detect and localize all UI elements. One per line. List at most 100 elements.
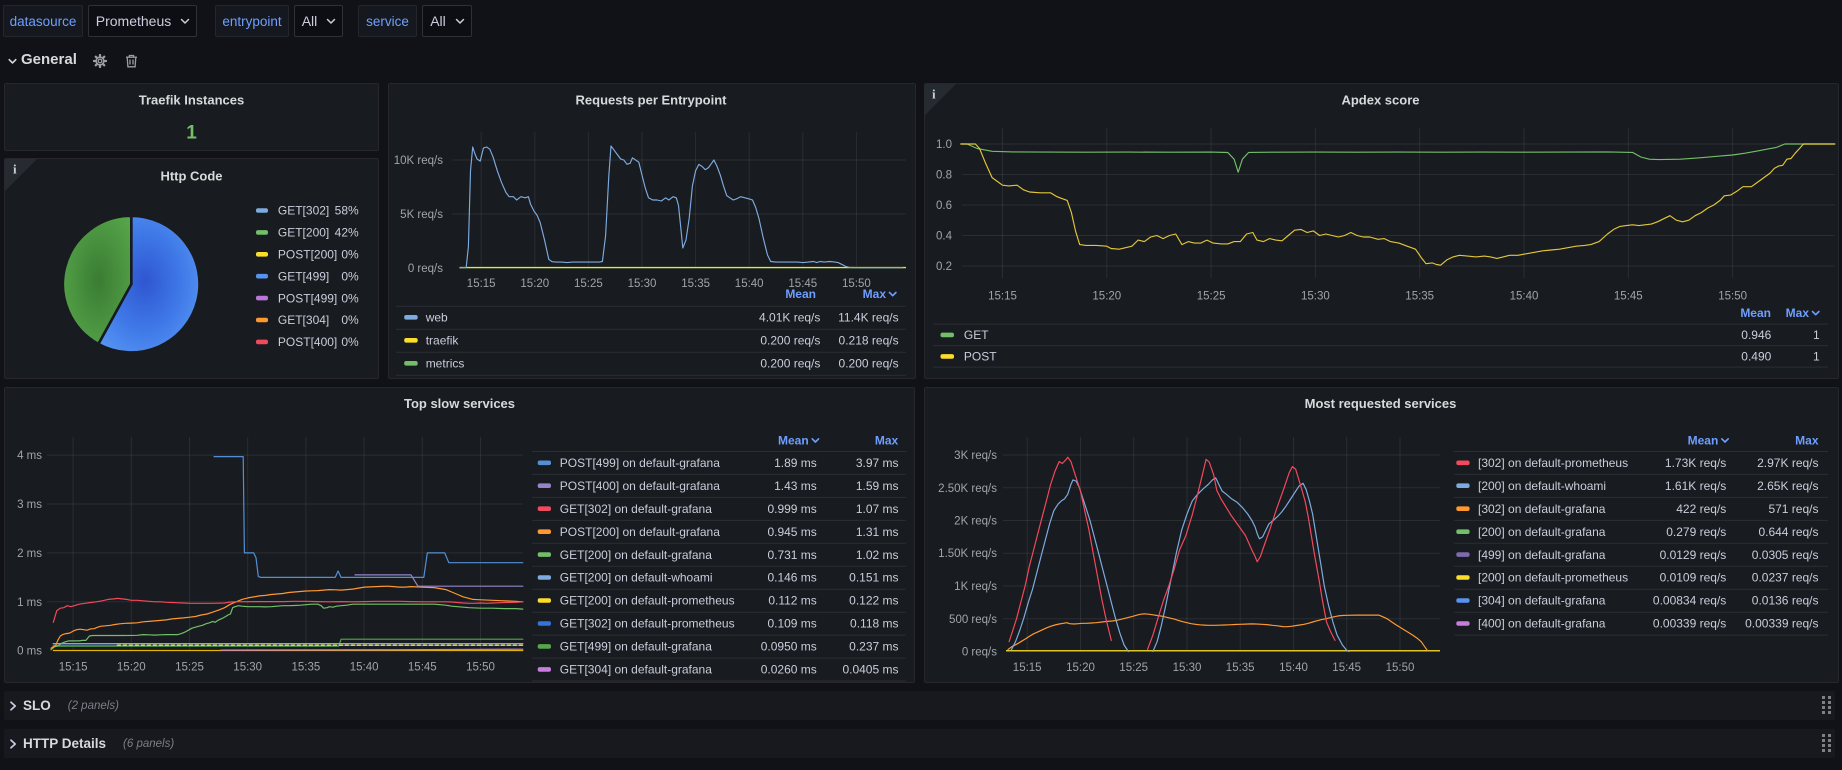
svg-text:571 req/s: 571 req/s: [1768, 502, 1818, 516]
svg-text:0.200 req/s: 0.200 req/s: [760, 357, 820, 371]
svg-text:GET[499]: GET[499]: [278, 269, 329, 283]
svg-text:POST[499] on default-grafana: POST[499] on default-grafana: [560, 456, 720, 470]
svg-text:15:35: 15:35: [681, 278, 710, 290]
svg-text:15:25: 15:25: [1197, 291, 1226, 303]
svg-text:Max: Max: [875, 434, 899, 448]
svg-text:1: 1: [1813, 328, 1820, 342]
svg-text:0.237 ms: 0.237 ms: [849, 640, 898, 654]
svg-text:metrics: metrics: [426, 357, 465, 371]
svg-text:15:30: 15:30: [1173, 662, 1202, 674]
svg-text:15:50: 15:50: [1718, 291, 1747, 303]
svg-text:0.0109 req/s: 0.0109 req/s: [1660, 571, 1727, 585]
svg-text:0.00339 req/s: 0.00339 req/s: [1745, 617, 1818, 631]
svg-text:Max: Max: [1795, 434, 1819, 448]
svg-text:0.146 ms: 0.146 ms: [767, 571, 816, 585]
svg-text:2.97K req/s: 2.97K req/s: [1757, 456, 1818, 470]
svg-text:POST[200]: POST[200]: [278, 248, 337, 262]
svg-text:58%: 58%: [335, 204, 359, 218]
svg-text:0.0136 req/s: 0.0136 req/s: [1752, 594, 1819, 608]
svg-text:0.0237 req/s: 0.0237 req/s: [1752, 571, 1819, 585]
svg-text:15:45: 15:45: [1332, 662, 1361, 674]
svg-text:[302] on default-prometheus: [302] on default-prometheus: [1478, 456, 1628, 470]
svg-text:0%: 0%: [341, 269, 359, 283]
svg-text:0.2: 0.2: [936, 261, 952, 273]
svg-text:15:50: 15:50: [466, 662, 495, 674]
svg-text:15:30: 15:30: [233, 662, 262, 674]
svg-text:1.73K req/s: 1.73K req/s: [1665, 456, 1726, 470]
svg-text:GET[499] on default-grafana: GET[499] on default-grafana: [560, 640, 712, 654]
svg-text:0.999 ms: 0.999 ms: [767, 502, 816, 516]
svg-text:0 req/s: 0 req/s: [408, 263, 443, 275]
svg-text:0.00834 req/s: 0.00834 req/s: [1653, 594, 1726, 608]
svg-text:POST[200] on default-grafana: POST[200] on default-grafana: [560, 525, 720, 539]
svg-text:0%: 0%: [341, 313, 359, 327]
svg-text:0 req/s: 0 req/s: [962, 647, 997, 659]
svg-text:[200] on default-whoami: [200] on default-whoami: [1478, 479, 1606, 493]
svg-text:15:25: 15:25: [1119, 662, 1148, 674]
svg-text:1.43 ms: 1.43 ms: [774, 479, 817, 493]
svg-text:Most requested services: Most requested services: [1305, 396, 1457, 411]
svg-text:3K req/s: 3K req/s: [954, 450, 997, 462]
svg-text:500 req/s: 500 req/s: [949, 614, 997, 626]
svg-text:5K req/s: 5K req/s: [400, 209, 443, 221]
svg-text:1.50K req/s: 1.50K req/s: [938, 548, 997, 560]
svg-text:2.65K req/s: 2.65K req/s: [1757, 479, 1818, 493]
svg-text:0.731 ms: 0.731 ms: [767, 548, 816, 562]
svg-text:1.59 ms: 1.59 ms: [856, 479, 899, 493]
svg-text:0.4: 0.4: [936, 231, 953, 243]
svg-text:15:15: 15:15: [59, 662, 88, 674]
svg-text:GET[302] on default-prometheus: GET[302] on default-prometheus: [560, 617, 735, 631]
svg-text:15:20: 15:20: [1066, 662, 1095, 674]
svg-text:Max: Max: [1786, 306, 1810, 320]
svg-text:Mean: Mean: [1740, 306, 1771, 320]
svg-text:0.945 ms: 0.945 ms: [767, 525, 816, 539]
svg-text:4 ms: 4 ms: [17, 450, 42, 462]
svg-text:POST[400] on default-grafana: POST[400] on default-grafana: [560, 479, 720, 493]
svg-text:1.07 ms: 1.07 ms: [856, 502, 899, 516]
svg-text:Requests per Entrypoint: Requests per Entrypoint: [576, 93, 728, 108]
svg-text:15:35: 15:35: [1226, 662, 1255, 674]
svg-text:0.200 req/s: 0.200 req/s: [760, 334, 820, 348]
svg-text:1.61K req/s: 1.61K req/s: [1665, 479, 1726, 493]
svg-text:1: 1: [186, 123, 197, 144]
svg-text:0.218 req/s: 0.218 req/s: [839, 334, 899, 348]
svg-text:422 req/s: 422 req/s: [1676, 502, 1726, 516]
svg-text:GET[200] on default-whoami: GET[200] on default-whoami: [560, 571, 713, 585]
svg-text:GET[304] on default-grafana: GET[304] on default-grafana: [560, 663, 712, 677]
svg-text:Apdex score: Apdex score: [1341, 93, 1419, 108]
svg-text:1.0: 1.0: [936, 139, 952, 151]
svg-text:0.00339 req/s: 0.00339 req/s: [1653, 617, 1726, 631]
svg-text:15:40: 15:40: [735, 278, 764, 290]
svg-text:11.4K req/s: 11.4K req/s: [838, 311, 898, 325]
svg-text:Traefik Instances: Traefik Instances: [139, 93, 245, 108]
svg-text:0.0405 ms: 0.0405 ms: [842, 663, 898, 677]
svg-text:GET[200] on default-grafana: GET[200] on default-grafana: [560, 548, 712, 562]
svg-text:2 ms: 2 ms: [17, 548, 42, 560]
svg-text:0.200 req/s: 0.200 req/s: [839, 357, 899, 371]
svg-text:15:40: 15:40: [1510, 291, 1539, 303]
svg-text:15:25: 15:25: [175, 662, 204, 674]
svg-text:15:50: 15:50: [1386, 662, 1415, 674]
svg-text:15:15: 15:15: [988, 291, 1017, 303]
svg-text:15:20: 15:20: [1092, 291, 1121, 303]
svg-text:Http Code: Http Code: [160, 169, 222, 184]
svg-text:1.02 ms: 1.02 ms: [856, 548, 899, 562]
svg-text:15:30: 15:30: [1301, 291, 1330, 303]
svg-text:15:20: 15:20: [117, 662, 146, 674]
svg-text:GET[200]: GET[200]: [278, 226, 329, 240]
svg-text:15:20: 15:20: [520, 278, 549, 290]
svg-text:Mean: Mean: [1688, 434, 1719, 448]
svg-text:0%: 0%: [341, 335, 359, 349]
svg-text:traefik: traefik: [426, 334, 460, 348]
svg-text:2K req/s: 2K req/s: [954, 516, 997, 528]
svg-text:i: i: [932, 87, 936, 102]
svg-text:0.122 ms: 0.122 ms: [849, 594, 898, 608]
svg-text:15:45: 15:45: [1614, 291, 1643, 303]
svg-text:1: 1: [1813, 350, 1820, 364]
svg-text:POST: POST: [964, 350, 997, 364]
svg-text:0.118 ms: 0.118 ms: [850, 617, 898, 631]
svg-text:15:25: 15:25: [574, 278, 603, 290]
svg-text:0%: 0%: [341, 291, 359, 305]
svg-text:[499] on default-grafana: [499] on default-grafana: [1478, 548, 1606, 562]
svg-text:15:35: 15:35: [292, 662, 321, 674]
